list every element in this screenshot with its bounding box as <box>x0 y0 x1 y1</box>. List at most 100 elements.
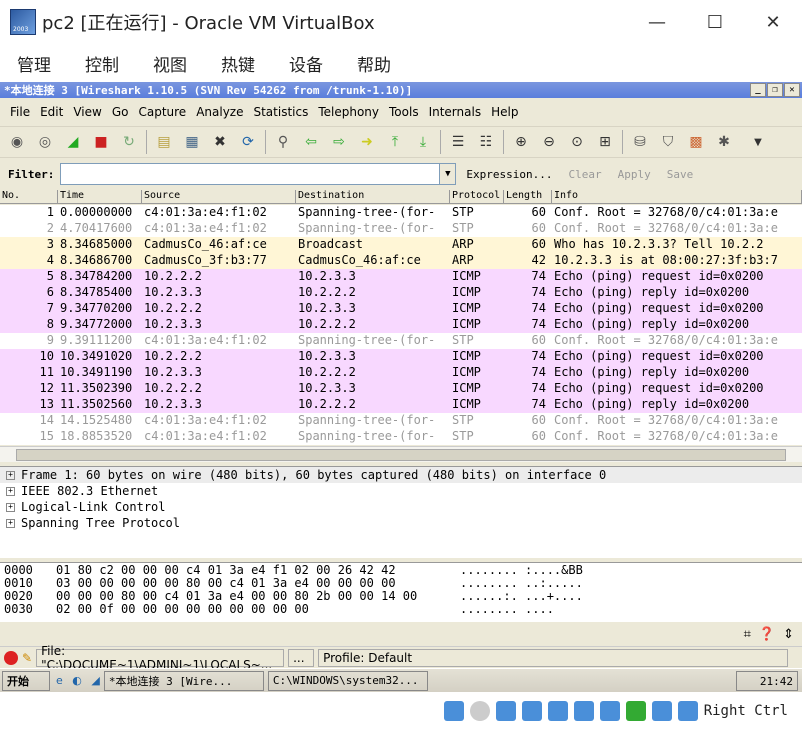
menu-edit[interactable]: Edit <box>40 105 63 119</box>
hdd-icon[interactable] <box>443 701 464 721</box>
table-row[interactable]: 9 9.39111200 c4:01:3a:e4:f1:02 Spanning-tre… <box>0 333 802 349</box>
minimize-button[interactable]: — <box>628 0 686 44</box>
packet-list[interactable]: 1 0.00000000 c4:01:3a:e4:f1:02 Spanning-tre… <box>0 205 802 445</box>
help-icon[interactable]: ❓ <box>759 627 775 642</box>
filter-dropdown-chevron-down-icon[interactable]: ▼ <box>440 163 457 185</box>
go-forward-icon[interactable]: ⇨ <box>328 131 350 153</box>
status-profile[interactable]: Profile: Default <box>318 648 789 667</box>
vbox-menu-hotkey[interactable]: 热键 <box>221 51 255 76</box>
start-capture-icon[interactable]: ◢ <box>62 131 84 153</box>
detail-row-ethernet[interactable]: + IEEE 802.3 Ethernet <box>0 483 802 499</box>
vbox-menu-devices[interactable]: 设备 <box>289 51 323 76</box>
options-icon[interactable]: ◎ <box>34 131 56 153</box>
ie-icon[interactable]: e <box>56 674 63 687</box>
column-header-protocol[interactable]: Protocol <box>450 190 504 203</box>
table-row[interactable]: 10 10.3491020 10.2.2.2 10.2.3.3 ICMP 74 Echo (… <box>0 349 802 365</box>
restart-capture-icon[interactable]: ↻ <box>118 131 140 153</box>
zoom-normal-icon[interactable]: ⊙ <box>566 131 588 153</box>
display-icon[interactable] <box>599 701 620 721</box>
network-adapter-icon[interactable] <box>521 701 542 721</box>
column-header-length[interactable]: Length <box>504 190 552 203</box>
browser-icon[interactable]: ◐ <box>72 674 82 687</box>
coloring-rules-icon[interactable]: ▩ <box>685 131 707 153</box>
packet-details-pane[interactable]: + Frame 1: 60 bytes on wire (480 bits), 6… <box>0 466 802 558</box>
display-filters-icon[interactable]: ⛉ <box>657 131 679 153</box>
clear-button[interactable]: Clear <box>568 168 601 181</box>
capture-comment-icon[interactable]: ✎ <box>22 651 32 665</box>
table-row[interactable]: 5 8.34784200 10.2.2.2 10.2.3.3 ICMP 74 Echo (p… <box>0 269 802 285</box>
table-row[interactable]: 15 18.8853520 c4:01:3a:e4:f1:02 Spanning-tr… <box>0 429 802 445</box>
mouse-integration-icon[interactable] <box>677 701 698 721</box>
ws-minimize-button[interactable]: _ <box>750 83 766 97</box>
column-header-info[interactable]: Info <box>552 190 802 203</box>
maximize-button[interactable]: ☐ <box>686 0 744 44</box>
vbox-menu-manage[interactable]: 管理 <box>17 51 51 76</box>
detail-row-frame[interactable]: + Frame 1: 60 bytes on wire (480 bits), 6… <box>0 467 802 483</box>
table-row[interactable]: 7 9.34770200 10.2.2.2 10.2.3.3 ICMP 74 Echo (p… <box>0 301 802 317</box>
optical-drive-icon[interactable] <box>469 701 490 721</box>
packet-list-hscrollbar[interactable] <box>0 446 802 462</box>
filter-input[interactable] <box>60 163 441 185</box>
table-row[interactable]: 11 10.3491190 10.2.3.3 10.2.2.2 ICMP 74 Echo (… <box>0 365 802 381</box>
guest-display[interactable]: *本地连接 3 [Wireshark 1.10.5 (SVN Rev 54262… <box>0 82 802 692</box>
go-first-icon[interactable]: ⤒ <box>384 131 406 153</box>
start-button[interactable]: 开始 <box>2 670 50 691</box>
network-icon[interactable]: ⌗ <box>744 627 751 642</box>
column-header-time[interactable]: Time <box>58 190 142 203</box>
colorize-icon[interactable]: ☰ <box>447 131 469 153</box>
go-to-packet-icon[interactable]: ➜ <box>356 131 378 153</box>
vbox-menu-view[interactable]: 视图 <box>153 51 187 76</box>
auto-scroll-icon[interactable]: ☷ <box>475 131 497 153</box>
zoom-out-icon[interactable]: ⊖ <box>538 131 560 153</box>
detail-row-llc[interactable]: + Logical-Link Control <box>0 499 802 515</box>
cpu-icon[interactable] <box>651 701 672 721</box>
column-header-source[interactable]: Source <box>142 190 296 203</box>
go-back-icon[interactable]: ⇦ <box>300 131 322 153</box>
audio-icon[interactable] <box>495 701 516 721</box>
ws-restore-button[interactable]: ❐ <box>767 83 783 97</box>
vbox-menu-help[interactable]: 帮助 <box>357 51 391 76</box>
menu-capture[interactable]: Capture <box>138 105 186 119</box>
table-row[interactable]: 1 0.00000000 c4:01:3a:e4:f1:02 Spanning-tre… <box>0 205 802 221</box>
save-button[interactable]: Save <box>667 168 694 181</box>
video-capture-icon[interactable] <box>625 701 646 721</box>
close-file-icon[interactable]: ✖ <box>209 131 231 153</box>
table-row[interactable]: 12 11.3502390 10.2.2.2 10.2.3.3 ICMP 74 Echo (… <box>0 381 802 397</box>
menu-tools[interactable]: Tools <box>389 105 419 119</box>
vbox-menu-control[interactable]: 控制 <box>85 51 119 76</box>
expand-icon[interactable]: + <box>6 518 15 528</box>
interfaces-icon[interactable]: ◉ <box>6 131 28 153</box>
table-row[interactable]: 14 14.1525480 c4:01:3a:e4:f1:02 Spanning-tr… <box>0 413 802 429</box>
shared-folders-icon[interactable] <box>573 701 594 721</box>
menu-analyze[interactable]: Analyze <box>196 105 243 119</box>
table-row[interactable]: 2 4.70417600 c4:01:3a:e4:f1:02 Spanning-tre… <box>0 221 802 237</box>
reload-icon[interactable]: ⟳ <box>237 131 259 153</box>
wireshark-icon[interactable]: ◢ <box>91 674 99 687</box>
scroll-arrows-icon[interactable]: ⇕ <box>783 627 794 642</box>
usb-icon[interactable] <box>547 701 568 721</box>
table-row[interactable]: 6 8.34785400 10.2.3.3 10.2.2.2 ICMP 74 Echo (p… <box>0 285 802 301</box>
scrollbar-thumb[interactable] <box>16 449 786 461</box>
apply-button[interactable]: Apply <box>618 168 651 181</box>
menu-statistics[interactable]: Statistics <box>253 105 308 119</box>
expression-button[interactable]: Expression... <box>466 168 552 181</box>
detail-row-stp[interactable]: + Spanning Tree Protocol <box>0 515 802 531</box>
column-header-destination[interactable]: Destination <box>296 190 450 203</box>
table-row[interactable]: 4 8.34686700 CadmusCo_3f:b3:77 CadmusCo_46:… <box>0 253 802 269</box>
expert-info-icon[interactable] <box>4 650 18 665</box>
table-row[interactable]: 13 11.3502560 10.2.3.3 10.2.2.2 ICMP 74 Echo (… <box>0 397 802 413</box>
save-file-icon[interactable]: ▦ <box>181 131 203 153</box>
close-button[interactable]: ✕ <box>744 0 802 44</box>
zoom-in-icon[interactable]: ⊕ <box>510 131 532 153</box>
ws-close-button[interactable]: ✕ <box>784 83 800 97</box>
menu-go[interactable]: Go <box>112 105 129 119</box>
stop-capture-icon[interactable]: ■ <box>90 131 112 153</box>
expand-icon[interactable]: + <box>6 486 15 496</box>
menu-view[interactable]: View <box>73 105 101 119</box>
menu-telephony[interactable]: Telephony <box>318 105 379 119</box>
packet-bytes-pane[interactable]: 0000 01 80 c2 00 00 00 c4 01 3a e4 f1 02 … <box>0 562 802 622</box>
menu-help[interactable]: Help <box>491 105 518 119</box>
table-row[interactable]: 3 8.34685000 CadmusCo_46:af:ce Broadcast ARP… <box>0 237 802 253</box>
menu-file[interactable]: File <box>10 105 30 119</box>
preferences-icon[interactable]: ✱ <box>713 131 735 153</box>
